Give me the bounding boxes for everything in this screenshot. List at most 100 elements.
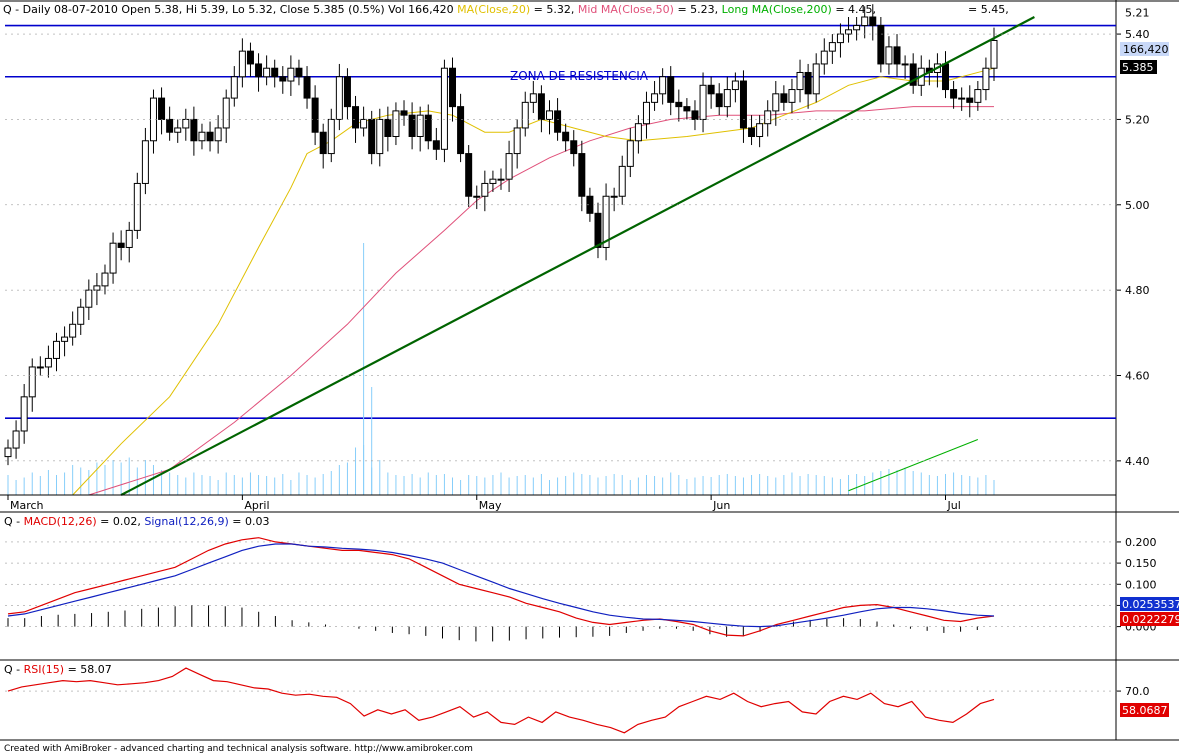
date-axis-label: April [244,499,269,512]
candle-body [198,131,206,142]
candle-body [958,97,966,100]
candle-body [853,25,861,31]
candle-body [449,67,457,108]
candle-body [626,140,634,167]
candle-body [982,67,990,91]
macd-legend: Q - MACD(12,26) = 0.02, Signal(12,26,9) … [4,515,269,528]
candle-body [303,76,311,99]
candle-body [966,97,974,103]
candle-body [61,336,69,342]
price-axis-label: 4.80 [1125,284,1150,297]
price-axis-label: 4.60 [1125,370,1150,383]
candle-body [893,46,901,65]
price-axis-label: 5.21 [1125,7,1150,20]
rsi-axis-label: 70.0 [1125,685,1150,698]
ma20-legend-label: MA(Close,20) [457,3,530,16]
candle-body [683,106,691,112]
candle-body [812,63,820,95]
ma50-legend-label: Mid MA(Close,50) [578,3,674,16]
ma200-legend-label: Long MA(Close,200) [722,3,832,16]
candle-body [950,89,958,99]
candle-body [287,67,295,82]
date-axis-label: Jul [947,499,961,512]
candle-body [263,67,271,78]
candle-body [651,93,659,103]
candle-body [222,97,230,129]
candle-body [497,178,505,181]
candle-body [101,272,109,287]
candle-body [772,93,780,112]
candle-body [368,118,376,155]
candle-body [731,80,739,91]
candle-body [942,63,950,91]
candle-body [44,357,52,368]
candle-body [246,50,254,65]
candle-body [804,71,812,95]
candle-body [667,76,675,103]
signal-value-label: 0.0253537 [1122,598,1179,611]
candle-body [489,178,497,184]
candle-body [836,33,844,44]
price-legend: Q - Daily 08-07-2010 Open 5.38, Hi 5.39,… [3,3,876,16]
candle-body [691,110,699,120]
candle-body [182,118,190,129]
candle-body [990,39,998,69]
ma20-legend-value: = 5.32, [530,3,578,16]
candle-body [255,63,263,78]
candle-body [206,131,214,142]
price-axis-label: 4.40 [1125,455,1150,468]
candle-body [562,131,570,142]
candle-body [675,101,683,108]
candle-body [93,285,101,291]
candle-body [109,242,117,274]
candle-body [133,182,141,231]
candle-body [545,110,553,120]
candle-body [343,76,351,108]
candle-body [424,114,432,142]
candle-body [400,110,408,116]
candle-body [707,84,715,95]
candle-body [715,93,723,108]
candle-body [271,67,279,78]
macd-value-label: 0.0222279 [1122,613,1179,626]
candle-body [392,110,400,138]
ma200-legend-value: = 4.45, [832,3,876,16]
last-close-label: 5.385 [1122,61,1154,74]
candle-body [327,118,335,155]
stock-chart: 4.40 4.60 4.80 5.00 5.20 5.40 5.21 166,420 5.385… [0,0,1179,755]
candle-body [384,118,392,138]
candle-body [796,71,804,91]
candle-body [335,76,343,120]
candle-body [578,153,586,197]
candle-body [618,165,626,197]
candle-body [190,118,198,142]
candle-body [820,50,828,65]
last-volume-label: 166,420 [1123,43,1169,56]
resistance-zone-label: ZONA DE RESISTENCIA [510,69,649,83]
candle-body [481,182,489,197]
date-axis-label: March [10,499,44,512]
candle-body [12,430,20,449]
candle-body [360,118,368,129]
rsi-value-label: 58.0687 [1122,704,1168,717]
candle-body [659,76,667,95]
candle-body [974,89,982,103]
price-axis-label: 5.00 [1125,199,1150,212]
candle-body [861,16,869,27]
candle-body [432,140,440,150]
candle-body [828,42,836,52]
candle-body [764,110,772,125]
candle-body [780,93,788,103]
candle-body [473,195,481,198]
candle-body [36,366,44,369]
candle-body [521,101,529,129]
candle-body [529,93,537,103]
candle-body [28,366,36,398]
candle-body [513,127,521,155]
candle-body [465,153,473,197]
candle-body [440,67,448,150]
rsi-legend: Q - RSI(15) = 58.07 [4,663,112,676]
footer-credit: Created with AmiBroker - advanced charti… [4,744,473,754]
candle-body [537,93,545,120]
date-axis-label: Jun [712,499,730,512]
